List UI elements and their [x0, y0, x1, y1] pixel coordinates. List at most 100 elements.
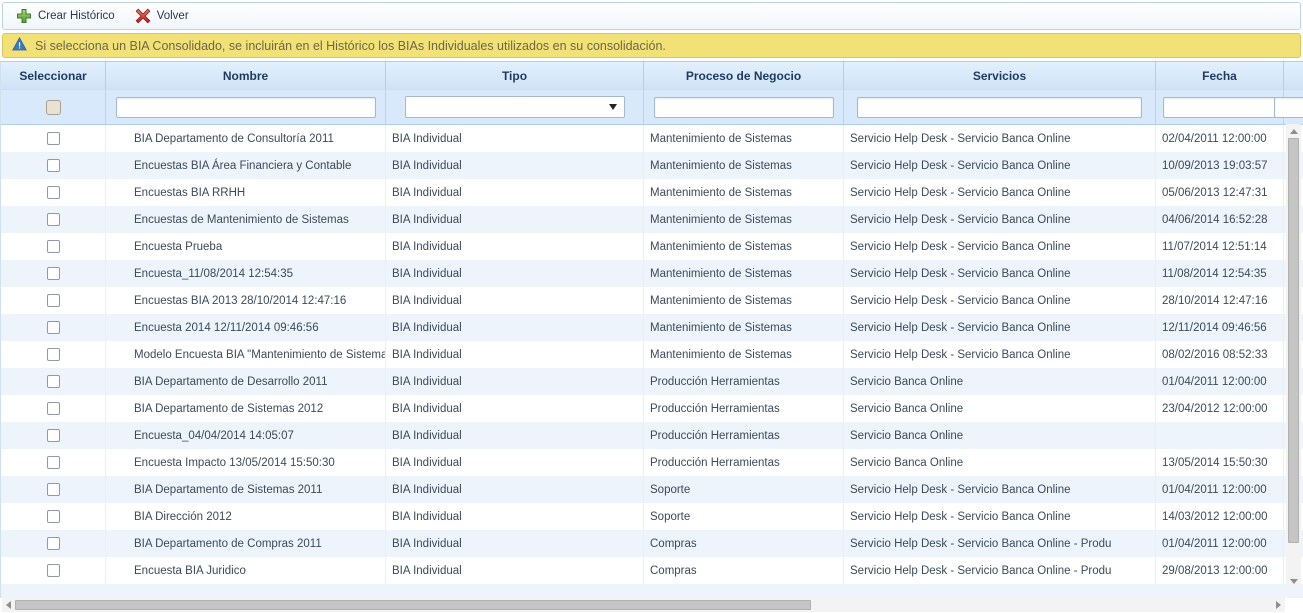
fecha-filter-input[interactable]: [1163, 97, 1276, 118]
row-checkbox[interactable]: [47, 402, 60, 415]
close-icon: [135, 8, 151, 24]
arrow-up-icon: [1290, 129, 1298, 134]
table-row[interactable]: BIA Departamento de Consultoría 2011 BIA…: [1, 125, 1303, 152]
table-row[interactable]: Encuesta 2014 12/11/2014 09:46:56 BIA In…: [1, 314, 1303, 341]
toolbar: Crear Histórico Volver: [2, 2, 1301, 30]
row-checkbox[interactable]: [47, 456, 60, 469]
warning-icon: !: [12, 37, 27, 54]
cell-fecha: 29/08/2013 12:00:00: [1156, 557, 1284, 584]
row-checkbox[interactable]: [47, 294, 60, 307]
horizontal-scrollbar[interactable]: [2, 598, 1285, 612]
cell-fecha: 11/07/2014 12:51:14: [1156, 233, 1284, 260]
cell-proceso: Mantenimiento de Sistemas: [644, 179, 844, 206]
table-row[interactable]: Modelo Encuesta BIA "Mantenimiento de Si…: [1, 341, 1303, 368]
cell-tipo: BIA Individual: [386, 179, 644, 206]
cell-nombre: Modelo Encuesta BIA "Mantenimiento de Si…: [106, 341, 386, 368]
table-row[interactable]: Encuestas BIA 2013 28/10/2014 12:47:16 B…: [1, 287, 1303, 314]
cell-servicios: Servicio Banca Online: [844, 368, 1156, 395]
row-checkbox[interactable]: [47, 159, 60, 172]
cell-proceso: Producción Herramientas: [644, 395, 844, 422]
proceso-filter-input[interactable]: [654, 97, 834, 118]
column-header-clipped: [1284, 62, 1303, 90]
table-row[interactable]: BIA Departamento de Sistemas 2012 BIA In…: [1, 395, 1303, 422]
scroll-up-button[interactable]: [1286, 124, 1301, 138]
cell-fecha: 23/04/2012 12:00:00: [1156, 395, 1284, 422]
cell-proceso: Mantenimiento de Sistemas: [644, 341, 844, 368]
column-header-fecha[interactable]: Fecha: [1156, 62, 1284, 90]
cell-servicios: Servicio Help Desk - Servicio Banca Onli…: [844, 260, 1156, 287]
scroll-left-button[interactable]: [2, 598, 15, 612]
column-header-tipo[interactable]: Tipo: [386, 62, 644, 90]
table-row[interactable]: BIA Departamento de Sistemas 2011 BIA In…: [1, 476, 1303, 503]
scroll-right-button[interactable]: [1272, 598, 1285, 612]
cell-fecha: 13/05/2014 15:50:30: [1156, 449, 1284, 476]
table-row[interactable]: BIA Departamento de Desarrollo 2011 BIA …: [1, 368, 1303, 395]
column-header-proceso[interactable]: Proceso de Negocio: [644, 62, 844, 90]
vertical-scrollbar-thumb[interactable]: [1288, 138, 1299, 543]
row-checkbox[interactable]: [47, 510, 60, 523]
row-checkbox[interactable]: [47, 375, 60, 388]
plus-icon: [16, 8, 32, 24]
clipped-filter-input[interactable]: [1274, 97, 1303, 118]
cell-tipo: BIA Individual: [386, 233, 644, 260]
column-header-seleccionar[interactable]: Seleccionar: [1, 62, 106, 90]
crear-historico-button[interactable]: Crear Histórico: [11, 6, 120, 26]
arrow-right-icon: [1276, 601, 1281, 609]
vertical-scrollbar[interactable]: [1286, 124, 1301, 588]
row-checkbox[interactable]: [47, 537, 60, 550]
volver-label: Volver: [157, 10, 189, 22]
cell-tipo: BIA Individual: [386, 530, 644, 557]
servicios-filter-input[interactable]: [857, 97, 1142, 118]
table-row[interactable]: Encuesta BIA Juridico BIA Individual Com…: [1, 557, 1303, 584]
cell-fecha: 28/10/2014 12:47:16: [1156, 287, 1284, 314]
row-checkbox[interactable]: [47, 429, 60, 442]
svg-text:!: !: [18, 41, 21, 51]
horizontal-scrollbar-thumb[interactable]: [15, 600, 811, 610]
cell-nombre: Encuestas de Mantenimiento de Sistemas: [106, 206, 386, 233]
warning-banner: ! Si selecciona un BIA Consolidado, se i…: [2, 33, 1301, 58]
cell-servicios: Servicio Help Desk - Servicio Banca Onli…: [844, 206, 1156, 233]
table-row[interactable]: BIA Dirección 2012 BIA Individual Soport…: [1, 503, 1303, 530]
row-checkbox[interactable]: [47, 267, 60, 280]
table-row[interactable]: Encuesta Prueba BIA Individual Mantenimi…: [1, 233, 1303, 260]
cell-servicios: Servicio Help Desk - Servicio Banca Onli…: [844, 125, 1156, 152]
cell-servicios: Servicio Help Desk - Servicio Banca Onli…: [844, 314, 1156, 341]
cell-nombre: Encuestas BIA Área Financiera y Contable: [106, 152, 386, 179]
cell-nombre: Encuesta BIA Juridico: [106, 557, 386, 584]
row-checkbox[interactable]: [47, 186, 60, 199]
cell-servicios: Servicio Banca Online: [844, 422, 1156, 449]
cell-fecha: 02/04/2011 12:00:00: [1156, 125, 1284, 152]
table-row[interactable]: BIA Departamento de Compras 2011 BIA Ind…: [1, 530, 1303, 557]
row-checkbox[interactable]: [47, 321, 60, 334]
column-header-servicios[interactable]: Servicios: [844, 62, 1156, 90]
scroll-down-button[interactable]: [1286, 574, 1301, 588]
row-checkbox[interactable]: [47, 564, 60, 577]
select-all-checkbox[interactable]: [46, 100, 61, 115]
row-checkbox[interactable]: [47, 213, 60, 226]
table-filter-row: [1, 90, 1303, 125]
cell-nombre: Encuestas BIA RRHH: [106, 179, 386, 206]
column-header-nombre[interactable]: Nombre: [106, 62, 386, 90]
cell-fecha: 10/09/2013 19:03:57: [1156, 152, 1284, 179]
table-row[interactable]: Encuestas BIA RRHH BIA Individual Manten…: [1, 179, 1303, 206]
cell-proceso: Mantenimiento de Sistemas: [644, 287, 844, 314]
row-checkbox[interactable]: [47, 132, 60, 145]
table-row[interactable]: Encuestas de Mantenimiento de Sistemas B…: [1, 206, 1303, 233]
nombre-filter-input[interactable]: [116, 97, 376, 118]
volver-button[interactable]: Volver: [130, 6, 194, 26]
row-checkbox[interactable]: [47, 483, 60, 496]
tipo-filter-select[interactable]: [405, 96, 625, 118]
table-row[interactable]: Encuesta_04/04/2014 14:05:07 BIA Individ…: [1, 422, 1303, 449]
cell-fecha: 01/04/2011 12:00:00: [1156, 530, 1284, 557]
row-checkbox[interactable]: [47, 240, 60, 253]
table-row[interactable]: Encuesta Impacto 13/05/2014 15:50:30 BIA…: [1, 449, 1303, 476]
cell-proceso: Producción Herramientas: [644, 449, 844, 476]
bia-table: Seleccionar Nombre Tipo Proceso de Negoc…: [0, 61, 1303, 598]
cell-fecha: 11/08/2014 12:54:35: [1156, 260, 1284, 287]
table-row[interactable]: Encuestas BIA Área Financiera y Contable…: [1, 152, 1303, 179]
crear-historico-label: Crear Histórico: [38, 10, 115, 22]
row-checkbox[interactable]: [47, 348, 60, 361]
table-row[interactable]: Encuesta_11/08/2014 12:54:35 BIA Individ…: [1, 260, 1303, 287]
warning-banner-text: Si selecciona un BIA Consolidado, se inc…: [35, 39, 666, 53]
cell-tipo: BIA Individual: [386, 395, 644, 422]
